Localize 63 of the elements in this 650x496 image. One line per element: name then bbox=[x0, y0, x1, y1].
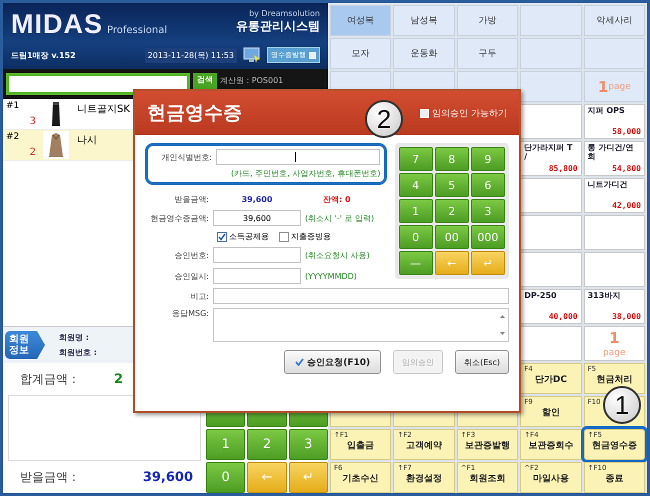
balance-text: 잔액: 0 bbox=[323, 194, 351, 205]
hint-text: (취소시 '-' 로 입력) bbox=[305, 212, 374, 224]
field-label: 개인식별번호: bbox=[160, 152, 212, 162]
product-button[interactable]: 단가라지퍼 T / 85,800 bbox=[520, 141, 582, 176]
field-label: 현금영수증금액: bbox=[149, 212, 209, 224]
logo-text: MIDAS bbox=[11, 9, 103, 40]
category-button[interactable]: 가방 bbox=[456, 5, 518, 36]
store-label: 드림1매장 v.152 bbox=[11, 50, 77, 60]
logo-subtitle: Professional bbox=[107, 25, 168, 36]
scrollbar-icon[interactable] bbox=[499, 313, 506, 337]
item-name: 니트골지SK bbox=[77, 103, 130, 117]
memo-field[interactable] bbox=[213, 288, 509, 304]
field-label: 받을금액: bbox=[173, 194, 209, 205]
datetime-display: 2013-11-28(목) 11:53 bbox=[144, 48, 237, 62]
search-field[interactable] bbox=[6, 73, 190, 95]
hint-text: (취소요청시 사용) bbox=[305, 250, 370, 260]
product-button[interactable]: 313바지 38,000 bbox=[584, 289, 645, 324]
vendor-text: by Dreamsolution bbox=[249, 9, 320, 18]
member-name-label: 회원명 : bbox=[59, 332, 90, 343]
item-quantity: 3 bbox=[30, 116, 36, 127]
category-button[interactable]: 남성복 bbox=[393, 5, 455, 36]
total-value: 2 bbox=[114, 372, 123, 386]
product-button[interactable]: DP-250 40,000 bbox=[520, 289, 582, 324]
item-number: #2 bbox=[6, 132, 20, 142]
approval-date-field[interactable] bbox=[213, 268, 301, 284]
dialog-button[interactable]: 취소(Esc) bbox=[455, 350, 509, 374]
system-title: 유통관리시스템 bbox=[236, 18, 320, 35]
item-number: #1 bbox=[6, 101, 20, 111]
category-button[interactable]: 여성복 bbox=[330, 5, 392, 36]
arbitrary-approval-checkbox[interactable]: 임의승인 가능하기 bbox=[420, 106, 507, 120]
option-checkbox[interactable]: 소득공제용 bbox=[217, 231, 269, 242]
product-button[interactable]: 니트가디건 42,000 bbox=[584, 178, 645, 213]
id-number-field[interactable] bbox=[216, 149, 380, 165]
product-button[interactable]: 롱 가디건/연회 54,800 bbox=[584, 141, 645, 176]
due-amount: 39,600 bbox=[240, 195, 274, 204]
category-button[interactable]: 악세사리 bbox=[584, 5, 645, 36]
total-label: 합계금액 : bbox=[20, 370, 76, 388]
category-button[interactable]: 모자 bbox=[330, 38, 392, 69]
option-checkbox[interactable]: 지출증빙용 bbox=[279, 231, 331, 242]
monitor-icon[interactable] bbox=[243, 47, 261, 63]
amount-field[interactable]: 39,600 bbox=[213, 210, 301, 226]
approval-number-field[interactable] bbox=[213, 247, 301, 263]
product-button[interactable]: 지퍼 OPS 58,000 bbox=[584, 104, 645, 139]
due-label: 받을금액 : bbox=[20, 468, 76, 486]
response-textarea[interactable] bbox=[213, 308, 509, 342]
checkmark-icon bbox=[295, 358, 304, 366]
field-label: 승인번호: bbox=[173, 250, 209, 260]
dialog-button[interactable]: 승인요청(F10) bbox=[284, 350, 382, 374]
field-label: 비고: bbox=[189, 290, 209, 302]
dialog-title: 현금영수증 bbox=[147, 101, 242, 126]
cashier-label: 계산원 : POS001 bbox=[220, 74, 284, 86]
item-name: 나시 bbox=[77, 134, 97, 148]
checkmark-icon bbox=[218, 232, 226, 240]
member-tab[interactable]: 회원 정보 bbox=[5, 331, 45, 359]
hint-text: (YYYYMMDD) bbox=[305, 272, 357, 280]
member-number-label: 회원번호 : bbox=[59, 347, 97, 358]
category-button[interactable]: 구두 bbox=[456, 38, 518, 69]
category-button[interactable]: 운동화 bbox=[393, 38, 455, 69]
field-label: 승인일시: bbox=[173, 270, 209, 282]
item-quantity: 2 bbox=[30, 147, 36, 158]
field-label: 응답MSG: bbox=[171, 308, 209, 319]
due-value: 39,600 bbox=[142, 470, 193, 484]
hint-text: (카드, 주민번호, 사업자번호, 휴대폰번호) bbox=[231, 168, 381, 179]
